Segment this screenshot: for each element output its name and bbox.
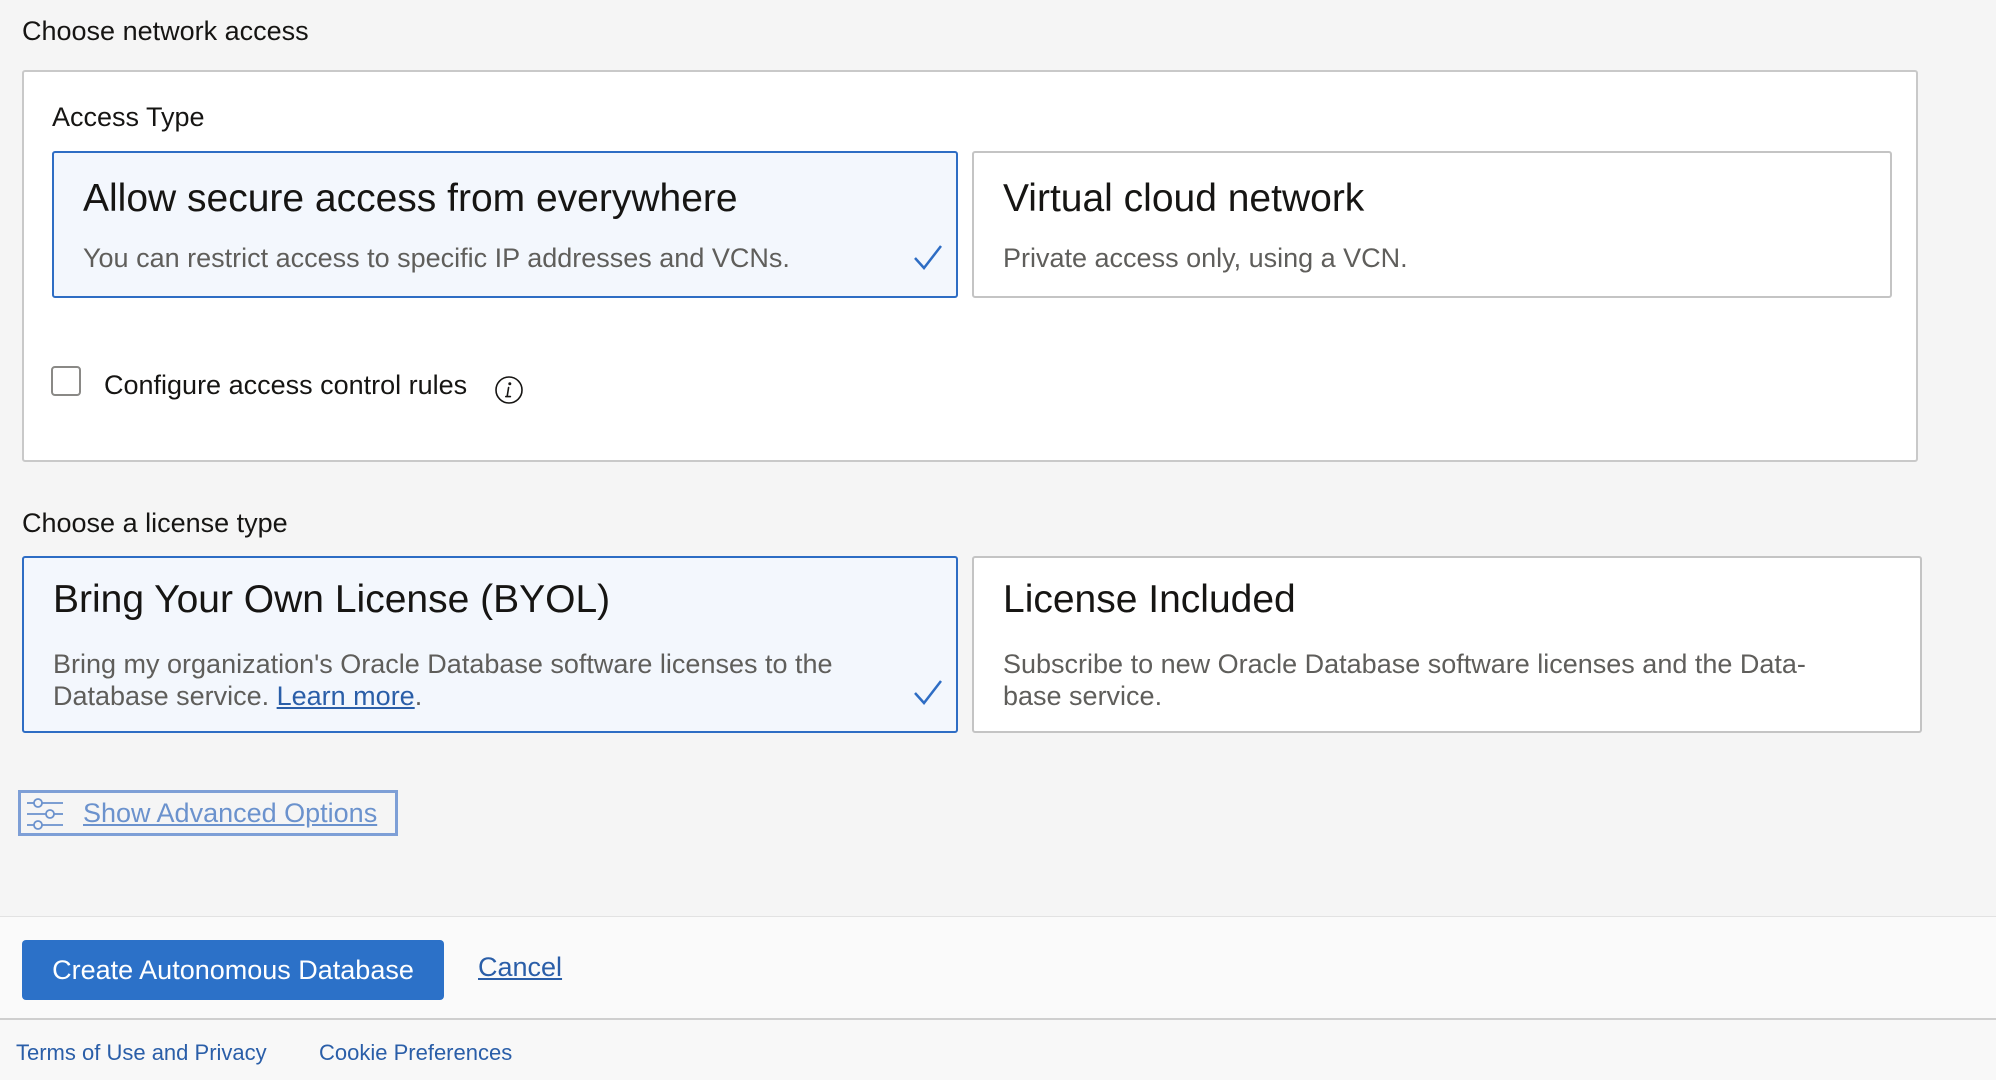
license-byol-description-end: . bbox=[414, 681, 423, 711]
info-icon[interactable] bbox=[494, 375, 524, 405]
checkmark-icon bbox=[914, 680, 942, 705]
access-option-vcn-description: Private access only, using a VCN. bbox=[1003, 243, 1408, 273]
access-option-everywhere-title: Allow secure access from everywhere bbox=[83, 177, 738, 220]
license-option-byol[interactable]: Bring Your Own License (BYOL) Bring my o… bbox=[22, 556, 958, 733]
sliders-icon bbox=[27, 798, 63, 830]
create-autonomous-database-button[interactable]: Create Autonomous Database bbox=[22, 940, 444, 1000]
access-option-vcn-title: Virtual cloud network bbox=[1003, 177, 1365, 220]
network-access-heading: Choose network access bbox=[22, 16, 309, 46]
license-type-heading: Choose a license type bbox=[22, 508, 288, 538]
learn-more-link[interactable]: Learn more bbox=[277, 681, 415, 711]
checkmark-icon bbox=[914, 245, 942, 270]
acl-checkbox-label[interactable]: Configure access control rules bbox=[104, 370, 467, 401]
access-type-label: Access Type bbox=[52, 102, 205, 132]
access-option-everywhere-description: You can restrict access to specific IP a… bbox=[83, 243, 790, 273]
show-advanced-options-label: Show Advanced Options bbox=[83, 798, 378, 828]
show-advanced-options-button[interactable]: Show Advanced Options bbox=[18, 790, 398, 836]
license-option-included[interactable]: License Included Subscribe to new Oracle… bbox=[972, 556, 1922, 733]
license-option-included-title: License Included bbox=[1003, 578, 1296, 621]
acl-checkbox[interactable] bbox=[51, 366, 81, 396]
license-option-byol-title: Bring Your Own License (BYOL) bbox=[53, 578, 611, 621]
page-footer bbox=[0, 1020, 1996, 1080]
license-option-byol-description: Bring my organization's Oracle Database … bbox=[53, 648, 893, 712]
access-option-everywhere[interactable]: Allow secure access from everywhere You … bbox=[52, 151, 958, 298]
cancel-link[interactable]: Cancel bbox=[478, 952, 562, 983]
cookie-preferences-link[interactable]: Cookie Preferences bbox=[319, 1040, 512, 1066]
terms-of-use-link[interactable]: Terms of Use and Privacy bbox=[16, 1040, 267, 1066]
access-option-vcn[interactable]: Virtual cloud network Private access onl… bbox=[972, 151, 1892, 298]
license-byol-description-text: Bring my organization's Oracle Database … bbox=[53, 649, 833, 711]
license-option-included-description: Subscribe to new Oracle Database softwar… bbox=[1003, 649, 1806, 711]
